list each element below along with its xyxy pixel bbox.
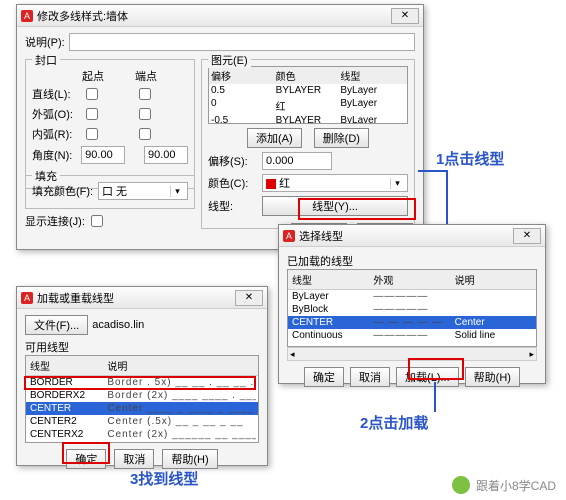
angle-start[interactable]: [81, 146, 125, 164]
available-table[interactable]: 线型说明 BORDERBorder . 5x) __ __ . __ __ . …: [25, 355, 259, 443]
elem-row: -0.5BYLAYERByLayer: [209, 114, 407, 124]
window-title: 选择线型: [299, 228, 343, 244]
credit-text: 跟着小8学CAD: [476, 477, 556, 494]
elem-row: 0.5BYLAYERByLayer: [209, 84, 407, 97]
file-button[interactable]: 文件(F)...: [25, 315, 88, 335]
line-label: 直线(L):: [32, 86, 82, 102]
select-linetype-dialog: A 选择线型 ✕ 已加载的线型 线型外观说明 ByLayer————— ByBlo…: [278, 224, 546, 384]
table-row: CENTERX2Center (2x) ______ __ ______: [26, 428, 258, 441]
joints-label: 显示连接(J):: [25, 213, 85, 229]
help-button[interactable]: 帮助(H): [162, 449, 217, 469]
wechat-icon: [452, 476, 470, 494]
titlebar: A 选择线型 ✕: [279, 225, 545, 247]
horizontal-scrollbar[interactable]: ◂▸: [287, 347, 537, 361]
description-input[interactable]: [69, 33, 415, 51]
angle-label: 角度(N):: [32, 147, 77, 163]
fill-legend: 填充: [32, 168, 60, 184]
arrow-line: [418, 170, 448, 172]
app-icon: A: [21, 292, 33, 304]
callout-1: 1点击线型: [436, 148, 504, 169]
line-end-chk[interactable]: [139, 88, 151, 100]
color-select[interactable]: 红▾: [262, 174, 408, 192]
line-start-chk[interactable]: [86, 88, 98, 100]
table-row: BORDERX2Border (2x) ____ ____ . ____: [26, 389, 258, 402]
close-icon[interactable]: ✕: [235, 290, 263, 306]
table-row-selected: CENTERCenter ____ _ ____ _ ____: [26, 402, 258, 415]
angle-end[interactable]: [144, 146, 188, 164]
ok-button[interactable]: 确定: [66, 449, 106, 469]
close-icon[interactable]: ✕: [513, 228, 541, 244]
offset-label: 偏移(S):: [208, 153, 258, 169]
footer-credit: 跟着小8学CAD: [452, 476, 556, 494]
callout-2: 2点击加载: [360, 412, 428, 433]
chevron-down-icon: ▾: [390, 178, 404, 189]
linetype-table[interactable]: 线型外观说明 ByLayer————— ByBlock————— CENTER—…: [287, 269, 537, 347]
loaded-label: 已加载的线型: [287, 253, 537, 269]
table-row: DASHDOTDash dot __ . __ . __: [26, 441, 258, 443]
app-icon: A: [21, 10, 33, 22]
available-label: 可用线型: [25, 339, 259, 355]
inner-end-chk[interactable]: [139, 128, 151, 140]
outer-label: 外弧(O):: [32, 106, 82, 122]
description-label: 说明(P):: [25, 34, 65, 50]
elements-legend: 图元(E): [208, 52, 251, 68]
linetype-button[interactable]: 线型(Y)...: [262, 196, 408, 216]
outer-start-chk[interactable]: [86, 108, 98, 120]
caps-legend: 封口: [32, 52, 60, 68]
window-title: 修改多线样式:墙体: [37, 8, 128, 24]
table-row: CENTER2Center (.5x) __ _ __ _ __: [26, 415, 258, 428]
inner-label: 内弧(R):: [32, 126, 82, 142]
offset-input[interactable]: [262, 152, 332, 170]
help-button[interactable]: 帮助(H): [465, 367, 520, 387]
fill-group: 填充 填充颜色(F):口 无▾: [25, 175, 195, 209]
chevron-down-icon: ▾: [170, 186, 184, 197]
file-name: acadiso.lin: [92, 319, 144, 331]
fill-color-select[interactable]: 口 无▾: [98, 182, 188, 200]
color-label: 颜色(C):: [208, 175, 258, 191]
inner-start-chk[interactable]: [86, 128, 98, 140]
fill-color-label: 填充颜色(F):: [32, 183, 94, 199]
col-end: 端点: [135, 68, 188, 84]
app-icon: A: [283, 230, 295, 242]
table-row: Continuous—————Solid line: [288, 329, 536, 342]
elements-group: 图元(E) 偏移颜色线型 0.5BYLAYERByLayer 0红ByLayer…: [201, 59, 415, 229]
titlebar: A 修改多线样式:墙体 ✕: [17, 5, 423, 27]
elem-row: 0红ByLayer: [209, 97, 407, 114]
load-linetype-dialog: A 加载或重载线型 ✕ 文件(F)... acadiso.lin 可用线型 线型说…: [16, 286, 268, 466]
cancel-button[interactable]: 取消: [350, 367, 390, 387]
scroll-left-icon: ◂: [290, 349, 295, 360]
delete-button[interactable]: 删除(D): [314, 128, 369, 148]
elements-list[interactable]: 偏移颜色线型 0.5BYLAYERByLayer 0红ByLayer -0.5B…: [208, 66, 408, 124]
add-button[interactable]: 添加(A): [247, 128, 302, 148]
close-icon[interactable]: ✕: [391, 8, 419, 24]
multiline-style-dialog: A 修改多线样式:墙体 ✕ 说明(P): 封口 起点 端点 直线(L): 外弧(O…: [16, 4, 424, 250]
window-title: 加载或重载线型: [37, 290, 114, 306]
arrow-line: [446, 170, 448, 224]
scroll-right-icon: ▸: [529, 349, 534, 360]
col-start: 起点: [82, 68, 135, 84]
table-row: ByBlock—————: [288, 303, 536, 316]
load-button[interactable]: 加载(L)...: [396, 367, 459, 387]
linetype-row-label: 线型:: [208, 198, 258, 214]
table-row: ByLayer—————: [288, 290, 536, 303]
table-row-selected: CENTER— — — — —Center: [288, 316, 536, 329]
joints-chk[interactable]: [91, 215, 103, 227]
titlebar: A 加载或重载线型 ✕: [17, 287, 267, 309]
ok-button[interactable]: 确定: [304, 367, 344, 387]
table-row: BORDERBorder . 5x) __ __ . __ __ .: [26, 376, 258, 389]
cancel-button[interactable]: 取消: [114, 449, 154, 469]
callout-3: 3找到线型: [130, 468, 198, 489]
outer-end-chk[interactable]: [139, 108, 151, 120]
arrow-line: [434, 382, 436, 412]
